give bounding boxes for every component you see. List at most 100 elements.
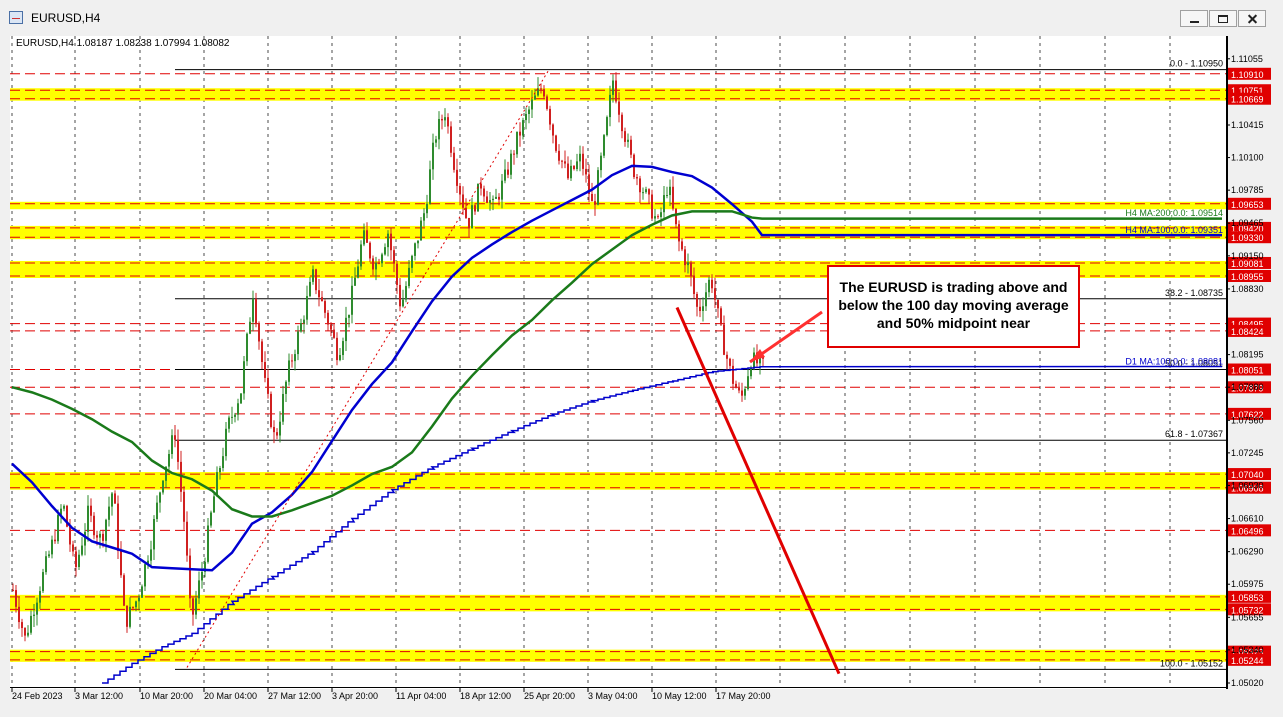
candle-body [528, 109, 530, 114]
candle-body [15, 590, 17, 607]
candle-body [729, 358, 731, 366]
candle-body [441, 118, 443, 121]
candle-body [405, 286, 407, 300]
candle-body [684, 249, 686, 266]
level-price-label: 1.10669 [1231, 95, 1264, 105]
candle-body [552, 124, 554, 136]
candle-body [438, 118, 440, 140]
x-tick-label: 3 Mar 12:00 [75, 691, 123, 701]
candle-body [102, 533, 104, 541]
candle-body [90, 505, 92, 516]
candle-body [354, 277, 356, 286]
candle-body [564, 161, 566, 164]
level-price-label: 1.09653 [1231, 200, 1264, 210]
candle-body [567, 163, 569, 179]
candle-body [135, 601, 137, 608]
candle-body [219, 468, 221, 473]
candle-body [561, 160, 563, 162]
candle-body [486, 196, 488, 203]
candle-body [288, 360, 290, 382]
candle-body [264, 361, 266, 378]
candle-body [534, 95, 536, 100]
candle-body [240, 393, 242, 404]
plot-background [10, 36, 1226, 689]
candle-body [573, 165, 575, 170]
candle-body [318, 290, 320, 298]
candle-body [255, 298, 257, 325]
candle-body [636, 177, 638, 179]
candle-body [720, 308, 722, 325]
candle-body [342, 341, 344, 356]
candle-body [423, 213, 425, 221]
candle-body [639, 178, 641, 193]
candle-body [285, 381, 287, 394]
candle-body [594, 201, 596, 205]
x-tick-label: 25 Apr 20:00 [524, 691, 575, 701]
level-price-label: 1.08424 [1231, 327, 1264, 337]
candle-body [294, 354, 296, 362]
candle-body [687, 262, 689, 266]
price-chart[interactable]: 0.0 - 1.1095038.2 - 1.0873550.0 - 1.0805… [0, 0, 1283, 717]
candle-body [324, 301, 326, 313]
candle-body [213, 496, 215, 513]
candle-body [396, 263, 398, 285]
candle-body [645, 189, 647, 193]
candle-body [642, 192, 644, 194]
candle-body [471, 205, 473, 229]
x-tick-label: 3 Apr 20:00 [332, 691, 378, 701]
candle-body [465, 207, 467, 218]
candle-body [669, 186, 671, 196]
y-tick-label: 1.09150 [1231, 251, 1264, 261]
candle-body [195, 598, 197, 615]
candle-body [81, 545, 83, 555]
y-tick-label: 1.10415 [1231, 120, 1264, 130]
candle-body [207, 525, 209, 562]
candle-body [603, 135, 605, 156]
candle-body [468, 217, 470, 229]
candle-body [426, 203, 428, 214]
candle-body [141, 586, 143, 598]
candle-body [525, 113, 527, 121]
y-tick-label: 1.09785 [1231, 185, 1264, 195]
candle-body [210, 512, 212, 526]
level-price-label: 1.09330 [1231, 233, 1264, 243]
y-tick-label: 1.06610 [1231, 514, 1264, 524]
candle-body [393, 250, 395, 264]
candle-body [21, 622, 23, 629]
candle-body [408, 267, 410, 287]
candle-body [360, 244, 362, 267]
candle-body [18, 606, 20, 623]
y-tick-label: 1.09465 [1231, 218, 1264, 228]
candle-body [45, 556, 47, 573]
candle-body [375, 262, 377, 270]
candle-body [591, 193, 593, 202]
candle-body [339, 355, 341, 361]
candle-body [660, 212, 662, 217]
candle-body [177, 439, 179, 462]
candle-body [357, 266, 359, 278]
fib-label: 38.2 - 1.08735 [1165, 288, 1223, 298]
candle-body [702, 306, 704, 312]
candle-body [738, 387, 740, 391]
candle-body [291, 360, 293, 362]
y-tick-label: 1.06930 [1231, 480, 1264, 490]
candle-body [492, 198, 494, 201]
candle-body [168, 453, 170, 467]
candle-body [243, 361, 245, 394]
x-tick-label: 11 Apr 04:00 [396, 691, 446, 701]
x-tick-label: 3 May 04:00 [588, 691, 638, 701]
candle-body [696, 294, 698, 307]
level-price-label: 1.10910 [1231, 70, 1264, 80]
candle-body [24, 628, 26, 636]
candle-body [99, 533, 101, 538]
candle-body [75, 551, 77, 567]
candle-body [87, 505, 89, 532]
candle-body [171, 435, 173, 454]
chart-window: EURUSD,H4 0.0 - 1.10950 38.2 - 1.08735 50.… [0, 0, 1283, 717]
candle-body [366, 230, 368, 243]
time-axis-line [10, 687, 1228, 688]
candle-body [234, 414, 236, 417]
candle-body [381, 254, 383, 264]
candle-body [336, 337, 338, 361]
x-tick-label: 20 Mar 04:00 [204, 691, 257, 701]
